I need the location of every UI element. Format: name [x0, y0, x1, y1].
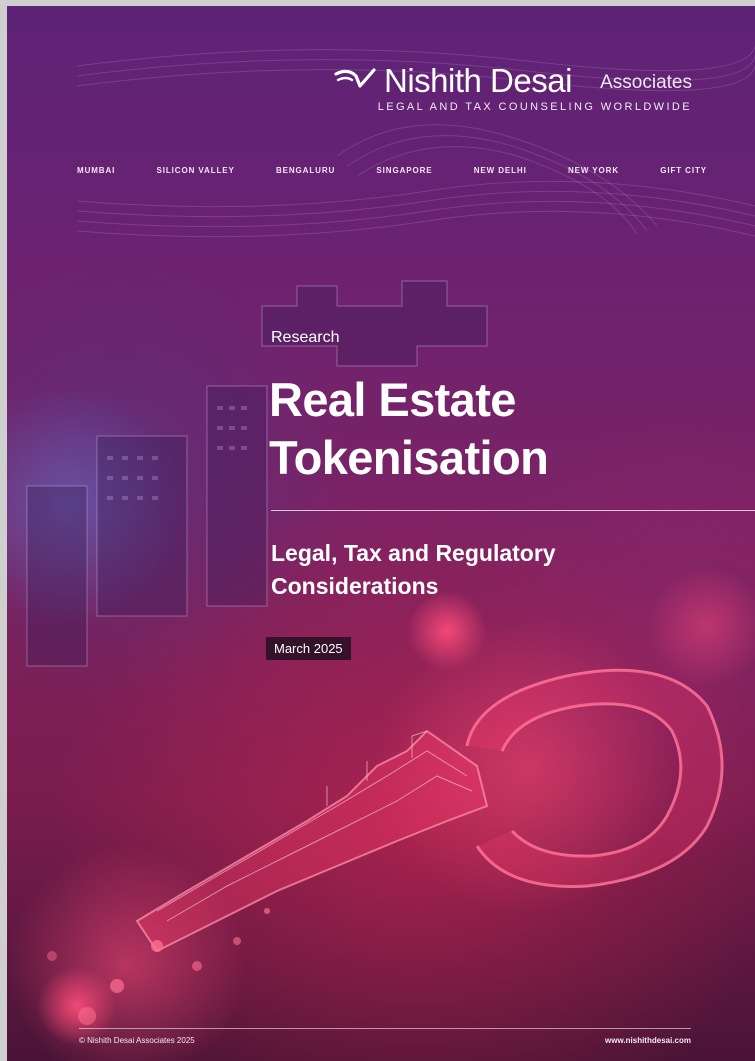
footer-divider [79, 1028, 691, 1029]
footer-copyright: © Nishith Desai Associates 2025 [79, 1036, 195, 1045]
title-divider [271, 510, 755, 511]
brand-suffix: Associates [600, 72, 692, 93]
publication-date: March 2025 [266, 637, 351, 660]
city-gift-city: GIFT CITY [660, 166, 707, 175]
document-title: Real Estate Tokenisation [269, 371, 729, 487]
city-new-york: NEW YORK [567, 166, 620, 175]
city-bengaluru: BENGALURU [275, 166, 336, 175]
city-silicon-valley: SILICON VALLEY [156, 166, 235, 175]
brand-name: Nishith Desai [384, 62, 572, 99]
nda-swoosh-icon [334, 68, 376, 88]
office-locations: MUMBAI SILICON VALLEY BENGALURU SINGAPOR… [77, 166, 707, 182]
title-line-2: Tokenisation [269, 431, 549, 484]
city-singapore: SINGAPORE [376, 166, 433, 175]
cover-page: Nishith Desai Associates LEGAL AND TAX C… [7, 6, 755, 1061]
city-mumbai: MUMBAI [77, 166, 116, 175]
city-new-delhi: NEW DELHI [473, 166, 527, 175]
document-category: Research [271, 329, 340, 346]
brand-tagline: LEGAL AND TAX COUNSELING WORLDWIDE [377, 101, 692, 113]
footer-website-link[interactable]: www.nishithdesai.com [605, 1036, 691, 1045]
digital-key-icon [7, 45, 755, 1061]
subtitle-line-1: Legal, Tax and Regulatory [271, 540, 556, 566]
subtitle-line-2: Considerations [271, 573, 439, 599]
document-subtitle: Legal, Tax and Regulatory Considerations [271, 537, 691, 603]
title-line-1: Real Estate [269, 373, 516, 426]
